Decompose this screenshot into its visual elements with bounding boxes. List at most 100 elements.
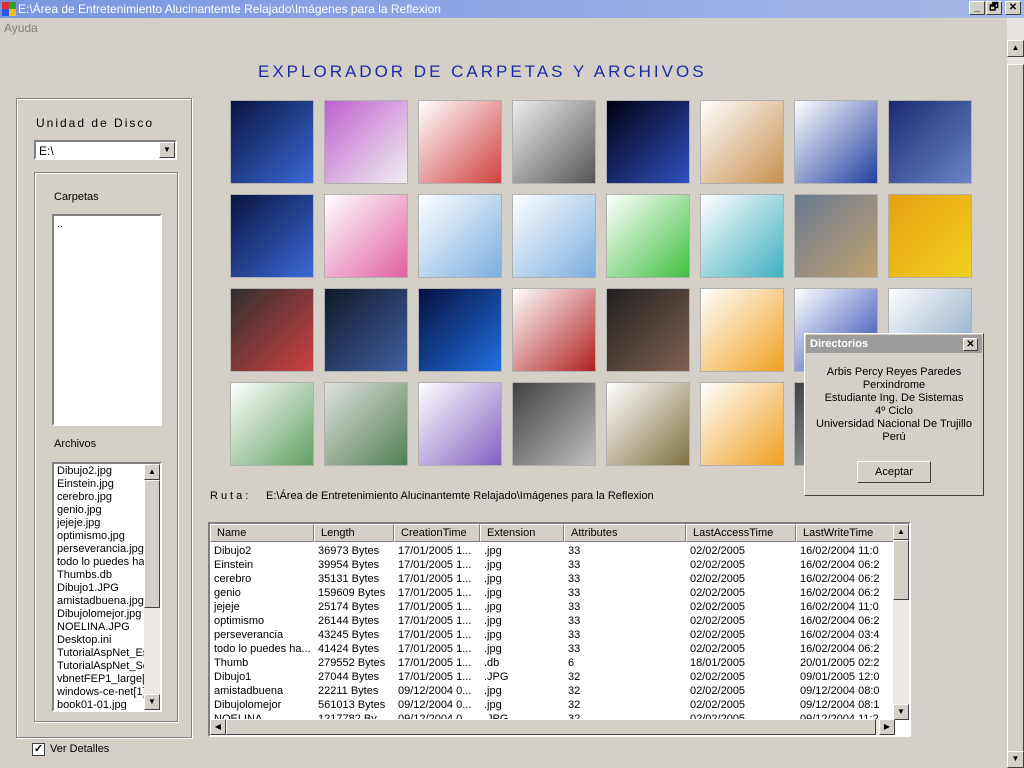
file-list[interactable]: Dibujo2.jpg Einstein.jpg cerebro.jpg genio.… <box>52 462 162 712</box>
column-header[interactable]: Length <box>314 524 394 542</box>
table-cell: 32 <box>568 699 581 711</box>
thumb-anime-face[interactable] <box>606 288 690 372</box>
file-list-item[interactable]: Desktop.ini <box>57 634 149 647</box>
thumb-friendship-poem[interactable] <box>324 194 408 278</box>
table-row[interactable]: Dibujolomejor 561013 Bytes 09/12/2004 0...… <box>210 698 895 712</box>
thumb-perseverance-text[interactable] <box>794 100 878 184</box>
thumb-manga-robot[interactable] <box>230 288 314 372</box>
thumb-brain-heart[interactable] <box>418 100 502 184</box>
thumb-flow-diagram[interactable] <box>606 194 690 278</box>
thumb-windows-ce-net[interactable] <box>888 194 972 278</box>
close-button[interactable]: ✕ <box>1005 1 1021 15</box>
folder-list[interactable]: .. <box>52 214 162 426</box>
file-list-item[interactable]: book01-01.jpg <box>57 699 149 710</box>
thumb-visual-basic-net[interactable] <box>794 194 878 278</box>
thumb-garfield-computer-2[interactable] <box>700 382 784 466</box>
table-row[interactable]: jejeje 25174 Bytes 17/01/2005 1... .jpg 33 02… <box>210 600 895 614</box>
thumb-mushrooms-blue[interactable] <box>418 288 502 372</box>
grid-scroll-thumb[interactable] <box>893 540 909 600</box>
scroll-up-button[interactable]: ▲ <box>1007 40 1024 57</box>
thumb-org-chart[interactable] <box>230 382 314 466</box>
thumb-clr-diagram[interactable] <box>700 194 784 278</box>
thumb-optimism-cartoon[interactable] <box>700 100 784 184</box>
table-row[interactable]: todo lo puedes ha... 41424 Bytes 17/01/200… <box>210 642 895 656</box>
thumb-programmer-cartoon[interactable] <box>324 382 408 466</box>
column-header[interactable]: LastAccessTime <box>686 524 796 542</box>
table-cell: 159609 Bytes <box>318 587 386 599</box>
file-list-item[interactable]: Einstein.jpg <box>57 478 149 491</box>
grid-horizontal-scrollbar[interactable]: ◀ ▶ <box>210 719 895 735</box>
thumb-genius-sketch[interactable] <box>512 100 596 184</box>
table-row[interactable]: Einstein 39954 Bytes 17/01/2005 1... .jpg 33… <box>210 558 895 572</box>
table-row[interactable]: Dibujo1 27044 Bytes 17/01/2005 1... .JPG 32 0… <box>210 670 895 684</box>
file-scroll-up[interactable]: ▲ <box>144 464 160 480</box>
thumb-letter-god-2[interactable] <box>512 194 596 278</box>
window-scrollbar[interactable]: ▲ ▼ <box>1007 18 1024 768</box>
column-header[interactable]: Attributes <box>564 524 686 542</box>
table-cell: 17/01/2005 1... <box>398 643 472 655</box>
file-scroll-down[interactable]: ▼ <box>144 694 160 710</box>
grid-scroll-left[interactable]: ◀ <box>210 719 226 735</box>
thumb-skeleton-computer-2[interactable] <box>606 100 690 184</box>
table-row[interactable]: genio 159609 Bytes 17/01/2005 1... .jpg 33 02… <box>210 586 895 600</box>
file-list-item[interactable]: cerebro.jpg <box>57 491 149 504</box>
file-list-item[interactable]: perseverancia.jpg <box>57 543 149 556</box>
file-list-item[interactable]: Dibujo2.jpg <box>57 465 149 478</box>
file-list-item[interactable]: genio.jpg <box>57 504 149 517</box>
column-header[interactable]: Extension <box>480 524 564 542</box>
thumb-code-screen[interactable] <box>324 288 408 372</box>
column-header[interactable]: CreationTime <box>394 524 480 542</box>
file-list-scrollbar[interactable]: ▲ ▼ <box>144 464 160 710</box>
chevron-down-icon[interactable]: ▼ <box>159 142 175 158</box>
menu-help[interactable]: Ayuda <box>4 21 38 35</box>
file-list-item[interactable]: Dibujolomejor.jpg <box>57 608 149 621</box>
table-row[interactable]: Dibujo2 36973 Bytes 17/01/2005 1... .jpg 33 0… <box>210 544 895 558</box>
thumb-einstein-poster[interactable] <box>324 100 408 184</box>
thumb-skeleton-computer-3[interactable] <box>230 194 314 278</box>
file-list-item[interactable]: NOELINA.JPG <box>57 621 149 634</box>
table-cell: 26144 Bytes <box>318 615 380 627</box>
thumb-eagle-flight[interactable] <box>888 100 972 184</box>
grid-scroll-down[interactable]: ▼ <box>893 704 909 720</box>
column-header[interactable]: Name <box>210 524 314 542</box>
file-details-grid[interactable]: Name Length CreationTime Extension Attribute… <box>208 522 911 737</box>
grid-scroll-right[interactable]: ▶ <box>879 719 895 735</box>
table-row[interactable]: cerebro 35131 Bytes 17/01/2005 1... .jpg 33 0… <box>210 572 895 586</box>
dialog-close-button[interactable]: ✕ <box>963 338 978 351</box>
scroll-thumb[interactable] <box>1007 64 1024 754</box>
file-list-item[interactable]: Dibujo1.JPG <box>57 582 149 595</box>
grid-vertical-scrollbar[interactable]: ▲ ▼ <box>893 524 909 720</box>
folder-item[interactable]: .. <box>57 218 157 230</box>
file-list-item[interactable]: Thumbs.db <box>57 569 149 582</box>
thumb-matrix-face[interactable] <box>512 382 596 466</box>
thumb-crazy-cartoon[interactable] <box>606 382 690 466</box>
minimize-button[interactable]: _ <box>969 1 985 15</box>
thumb-skeleton-computer[interactable] <box>230 100 314 184</box>
details-checkbox[interactable]: ✓ <box>32 743 45 756</box>
thumb-garfield-computer[interactable] <box>700 288 784 372</box>
file-list-item[interactable]: windows-ce-net[1]. <box>57 686 149 699</box>
column-header[interactable]: LastWriteTime <box>796 524 896 542</box>
thumb-villain-cartoon[interactable] <box>512 288 596 372</box>
table-row[interactable]: amistadbuena 22211 Bytes 09/12/2004 0... .j… <box>210 684 895 698</box>
file-list-item[interactable]: TutorialAspNet_Sc <box>57 660 149 673</box>
drive-select[interactable]: E:\ ▼ <box>34 140 177 160</box>
maximize-button[interactable]: 🗗 <box>986 1 1002 15</box>
scroll-down-button[interactable]: ▼ <box>1007 751 1024 768</box>
accept-button[interactable]: Aceptar <box>857 461 931 483</box>
details-checkbox-label[interactable]: Ver Detalles <box>50 743 109 755</box>
file-list-item[interactable]: optimismo.jpg <box>57 530 149 543</box>
file-list-item[interactable]: todo lo puedes hac <box>57 556 149 569</box>
file-list-item[interactable]: vbnetFEP1_large[1 <box>57 673 149 686</box>
file-scroll-thumb[interactable] <box>144 480 160 608</box>
file-list-item[interactable]: jejeje.jpg <box>57 517 149 530</box>
grid-scroll-up[interactable]: ▲ <box>893 524 909 540</box>
table-row[interactable]: perseverancia 43245 Bytes 17/01/2005 1....… <box>210 628 895 642</box>
grid-hscroll-thumb[interactable] <box>226 719 876 735</box>
thumb-programmer-anatomy[interactable] <box>418 382 502 466</box>
table-row[interactable]: optimismo 26144 Bytes 17/01/2005 1... .jpg 3… <box>210 614 895 628</box>
file-list-item[interactable]: TutorialAspNet_Es <box>57 647 149 660</box>
table-row[interactable]: Thumb 279552 Bytes 17/01/2005 1... .db 6 18/0… <box>210 656 895 670</box>
thumb-letter-god[interactable] <box>418 194 502 278</box>
file-list-item[interactable]: amistadbuena.jpg <box>57 595 149 608</box>
